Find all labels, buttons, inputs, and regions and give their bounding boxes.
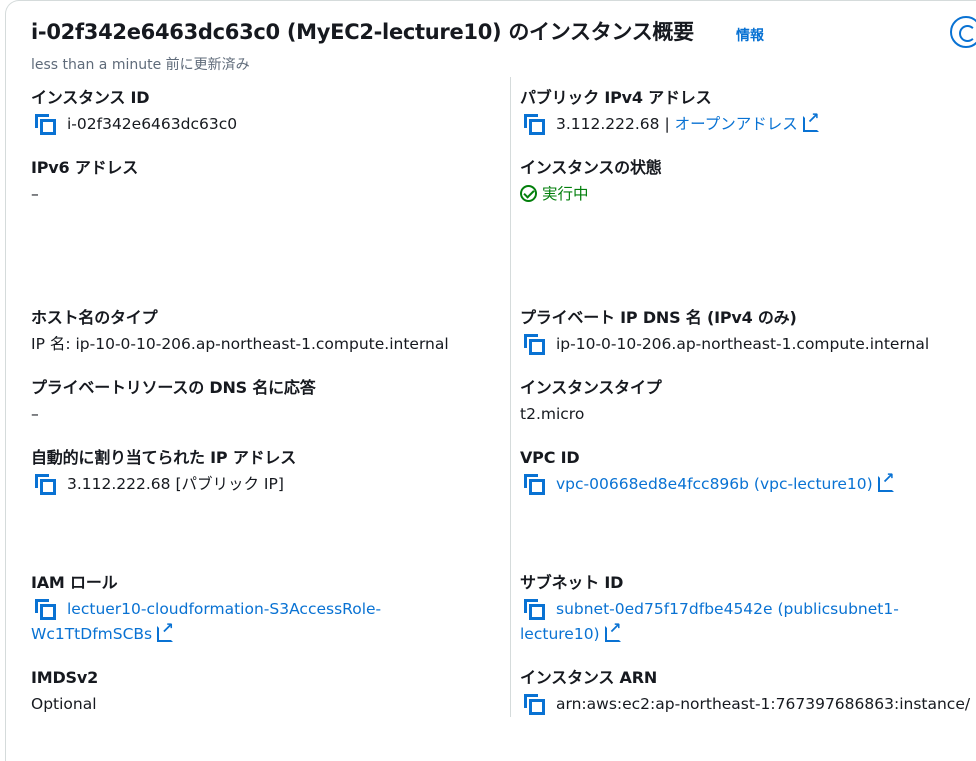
copy-icon[interactable] <box>35 114 57 135</box>
field-vpc-id: VPC ID vpc-00668ed8e4fcc896b (vpc-lectur… <box>520 447 895 497</box>
external-link-icon[interactable] <box>604 619 622 642</box>
copy-icon[interactable] <box>35 599 57 620</box>
hostname-type-value: IP 名: ip-10-0-10-206.ap-northeast-1.comp… <box>31 335 449 353</box>
last-updated-text: less than a minute 前に更新済み <box>31 57 250 73</box>
field-label: 自動的に割り当てられた IP アドレス <box>31 448 297 467</box>
field-label: インスタンスの状態 <box>520 158 662 177</box>
iam-role-link[interactable]: lectuer10-cloudformation-S3AccessRole- <box>67 600 381 618</box>
copy-icon[interactable] <box>524 599 546 620</box>
subnet-id-link-cont[interactable]: lecture10) <box>520 625 600 643</box>
field-label: サブネット ID <box>520 573 624 592</box>
field-instance-arn: インスタンス ARN arn:aws:ec2:ap-northeast-1:76… <box>520 667 970 717</box>
refresh-icon[interactable] <box>950 16 976 48</box>
field-auto-ip: 自動的に割り当てられた IP アドレス 3.112.222.68 [パブリック … <box>31 447 296 497</box>
ipv6-value: – <box>31 185 39 203</box>
field-label: インスタンス ARN <box>520 668 658 687</box>
field-label: インスタンス ID <box>31 88 150 107</box>
field-label: VPC ID <box>520 448 580 467</box>
auto-ip-value: 3.112.222.68 [パブリック IP] <box>67 475 284 493</box>
iam-role-link-cont[interactable]: Wc1TtDfmSCBs <box>31 625 152 643</box>
instance-state-value: 実行中 <box>542 185 589 203</box>
field-label: インスタンスタイプ <box>520 378 662 397</box>
field-label: パブリック IPv4 アドレス <box>520 88 712 107</box>
imdsv2-value: Optional <box>31 695 97 713</box>
check-circle-icon <box>520 185 537 202</box>
field-private-dns: プライベート IP DNS 名 (IPv4 のみ) ip-10-0-10-206… <box>520 307 929 357</box>
public-ipv4-value: 3.112.222.68 <box>556 115 660 133</box>
private-dns-answer-value: – <box>31 405 39 423</box>
info-link[interactable]: 情報 <box>736 25 764 45</box>
copy-icon[interactable] <box>524 334 546 355</box>
field-subnet-id: サブネット ID subnet-0ed75f17dfbe4542e (publi… <box>520 572 899 647</box>
column-divider <box>510 77 511 717</box>
instance-arn-value: arn:aws:ec2:ap-northeast-1:767397686863:… <box>556 695 971 713</box>
separator: | <box>664 115 670 133</box>
external-link-icon[interactable] <box>157 619 174 642</box>
copy-icon[interactable] <box>524 474 546 495</box>
field-private-dns-answer: プライベートリソースの DNS 名に応答 – <box>31 377 316 427</box>
field-instance-state: インスタンスの状態 実行中 <box>520 157 662 207</box>
copy-icon[interactable] <box>35 474 57 495</box>
field-instance-id: インスタンス ID i-02f342e6463dc63c0 <box>31 87 237 137</box>
field-label: IPv6 アドレス <box>31 158 139 177</box>
external-link-icon[interactable] <box>877 469 895 492</box>
field-public-ipv4: パブリック IPv4 アドレス 3.112.222.68 | オープンアドレス <box>520 87 820 137</box>
subnet-id-link[interactable]: subnet-0ed75f17dfbe4542e (publicsubnet1- <box>556 600 899 618</box>
field-label: プライベート IP DNS 名 (IPv4 のみ) <box>520 308 797 327</box>
field-instance-type: インスタンスタイプ t2.micro <box>520 377 662 427</box>
copy-icon[interactable] <box>524 694 546 715</box>
field-iam-role: IAM ロール lectuer10-cloudformation-S3Acces… <box>31 572 381 647</box>
field-label: IMDSv2 <box>31 668 99 687</box>
instance-id-value: i-02f342e6463dc63c0 <box>67 115 238 133</box>
field-imdsv2: IMDSv2 Optional <box>31 667 98 717</box>
copy-icon[interactable] <box>524 114 546 135</box>
page-title: i-02f342e6463dc63c0 (MyEC2-lecture10) のイ… <box>31 20 694 44</box>
open-address-link[interactable]: オープンアドレス <box>675 115 798 133</box>
external-link-icon[interactable] <box>802 109 820 132</box>
vpc-id-link[interactable]: vpc-00668ed8e4fcc896b (vpc-lecture10) <box>556 475 873 493</box>
field-label: IAM ロール <box>31 573 118 592</box>
field-hostname-type: ホスト名のタイプ IP 名: ip-10-0-10-206.ap-northea… <box>31 307 449 357</box>
field-label: プライベートリソースの DNS 名に応答 <box>31 378 316 397</box>
field-label: ホスト名のタイプ <box>31 308 158 327</box>
field-ipv6: IPv6 アドレス – <box>31 157 138 207</box>
instance-type-value: t2.micro <box>520 405 585 423</box>
private-dns-value: ip-10-0-10-206.ap-northeast-1.compute.in… <box>556 335 930 353</box>
